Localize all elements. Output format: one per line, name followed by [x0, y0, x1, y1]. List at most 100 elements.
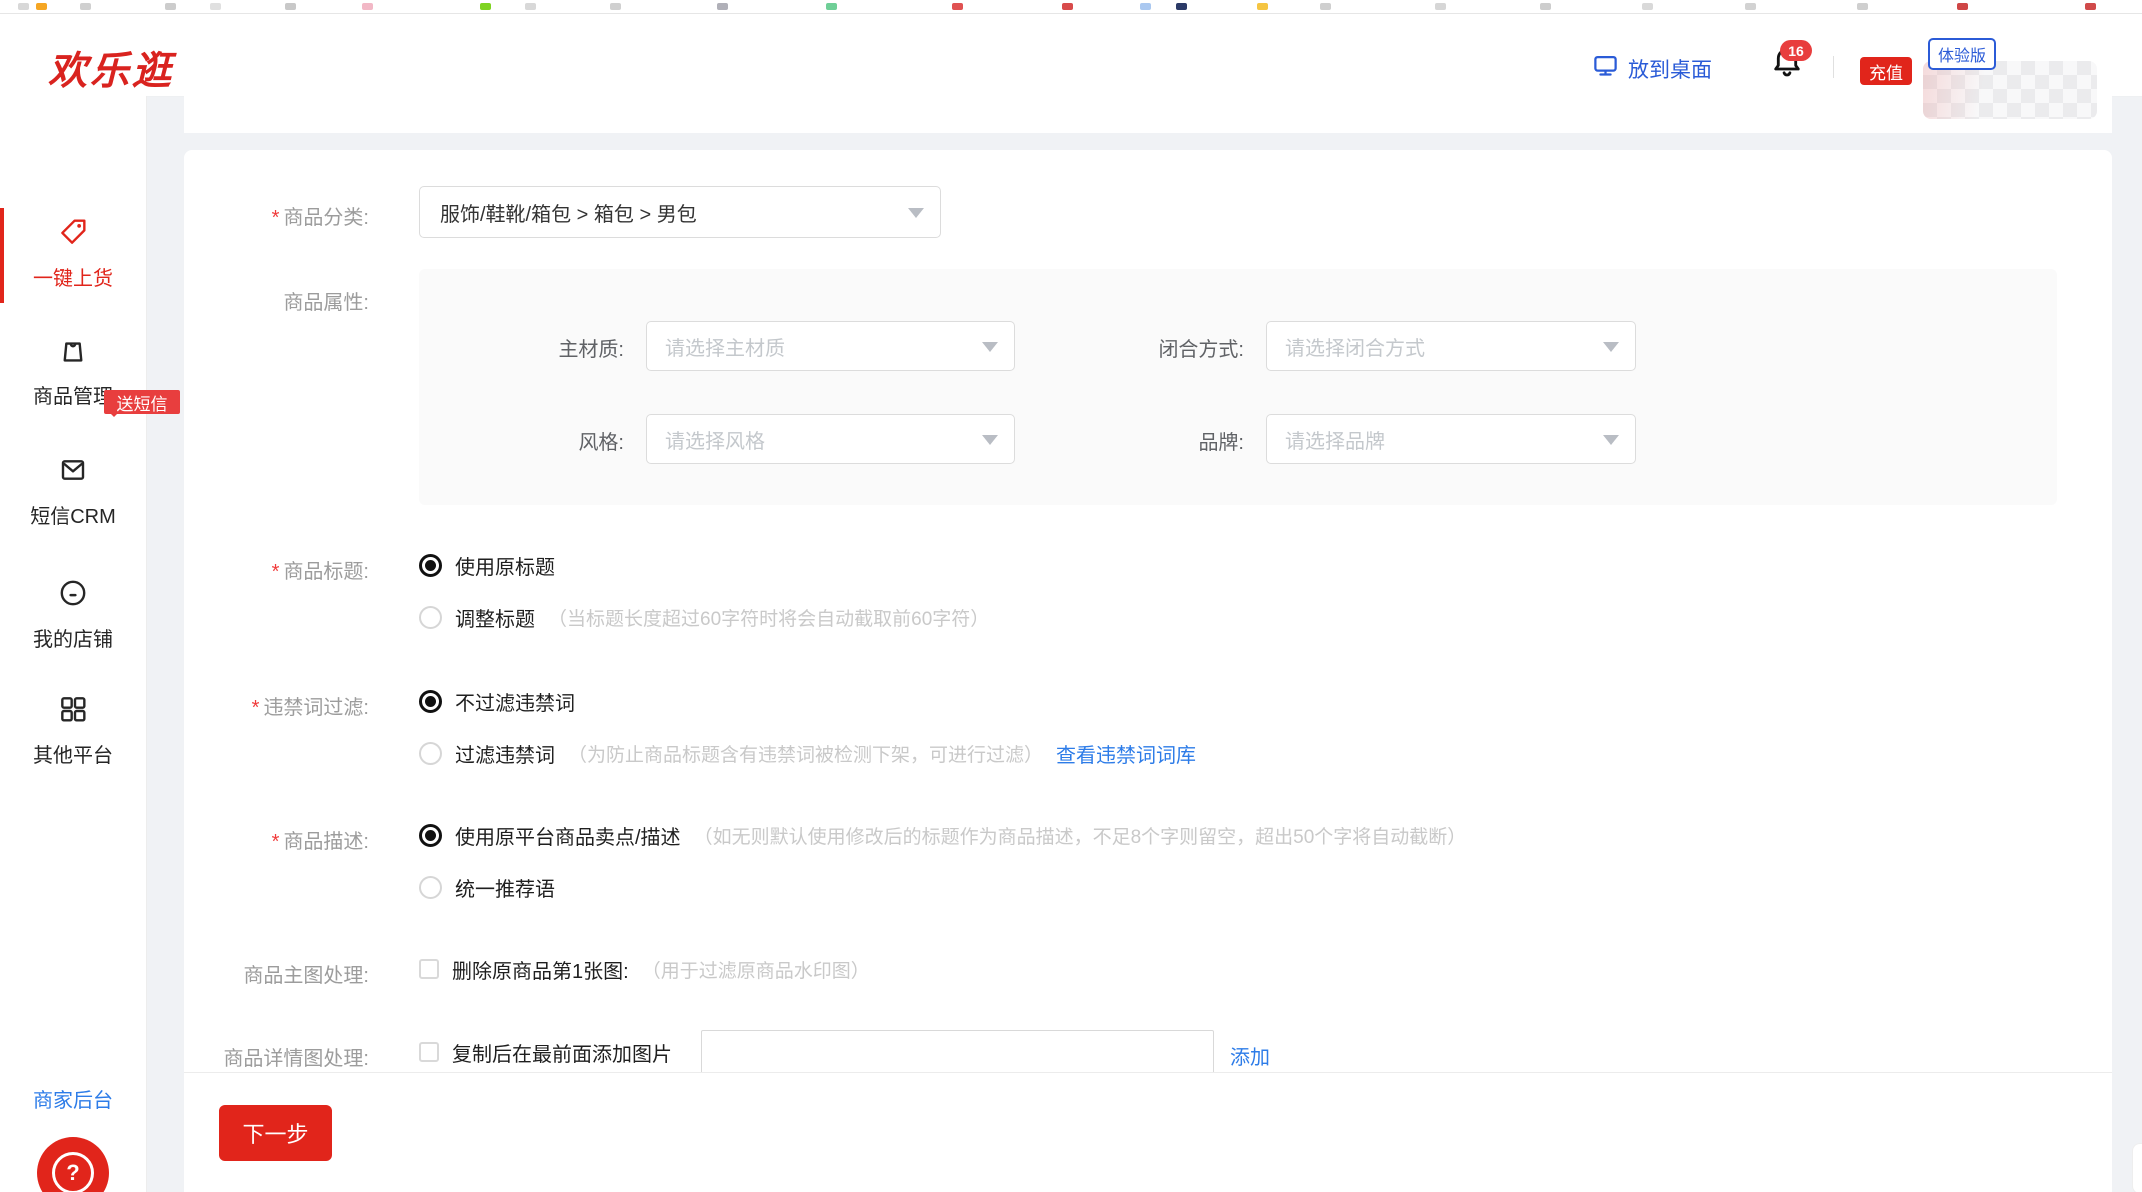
checkbox-label: 复制后在最前面添加图片 [452, 1038, 672, 1067]
favicon-remnant [18, 3, 29, 10]
header-divider [1833, 56, 1834, 78]
attr-label-closure: 闭合方式: [1044, 333, 1244, 362]
closure-select-placeholder: 请选择闭合方式 [1267, 332, 1425, 361]
sidebar-item-sms-crm[interactable]: 短信CRM [0, 454, 146, 529]
checkbox-label: 删除原商品第1张图: [452, 955, 629, 984]
contact-support-button[interactable]: ? [37, 1137, 109, 1192]
detail-image-option[interactable]: 复制后在最前面添加图片 [419, 1039, 672, 1065]
field-label-category: *商品分类: [149, 201, 369, 230]
favicon-remnant [1642, 3, 1653, 10]
field-label-title: *商品标题: [149, 555, 369, 584]
style-select[interactable]: 请选择风格 [646, 414, 1015, 464]
brand-select-placeholder: 请选择品牌 [1267, 425, 1385, 454]
field-label-main-image: 商品主图处理: [149, 959, 369, 988]
radio-label: 调整标题 [455, 603, 535, 632]
view-forbidden-words-link[interactable]: 查看违禁词词库 [1056, 739, 1196, 768]
radio-label: 过滤违禁词 [455, 739, 555, 768]
option-hint: （用于过滤原商品水印图） [642, 956, 870, 983]
put-on-desktop-button[interactable]: 放到桌面 [1592, 52, 1712, 85]
favicon-remnant [1435, 3, 1446, 10]
main-image-option[interactable]: 删除原商品第1张图: （用于过滤原商品水印图） [419, 956, 870, 982]
favicon-remnant [717, 3, 728, 10]
notification-count-badge: 16 [1780, 40, 1812, 61]
favicon-remnant [1257, 3, 1268, 10]
favicon-remnant [826, 3, 837, 10]
favicon-remnant [1062, 3, 1073, 10]
radio-selected[interactable] [419, 824, 442, 847]
radio-selected[interactable] [419, 690, 442, 713]
checkbox-unchecked[interactable] [419, 959, 439, 979]
sms-promo-badge: 送短信 [104, 390, 180, 414]
attr-label-brand: 品牌: [1044, 426, 1244, 455]
radio-unselected[interactable] [419, 876, 442, 899]
option-hint: （如无则默认使用修改后的标题作为商品描述，不足8个字则留空，超出50个字将自动截… [694, 822, 1467, 849]
category-select[interactable]: 服饰/鞋靴/箱包 > 箱包 > 男包 [419, 186, 941, 238]
option-hint: （为防止商品标题含有违禁词被检测下架，可进行过滤） [568, 740, 1043, 767]
next-step-button[interactable]: 下一步 [219, 1105, 332, 1161]
favicon-remnant [285, 3, 296, 10]
forbidden-option-filter[interactable]: 过滤违禁词 （为防止商品标题含有违禁词被检测下架，可进行过滤） 查看违禁词词库 [419, 740, 1196, 766]
put-on-desktop-label: 放到桌面 [1628, 54, 1712, 84]
radio-selected[interactable] [419, 554, 442, 577]
monitor-icon [1592, 52, 1619, 85]
browser-bookmarks-strip [0, 0, 2142, 14]
question-mark-icon: ? [52, 1152, 94, 1192]
trial-version-badge: 体验版 [1928, 38, 1996, 70]
closure-select[interactable]: 请选择闭合方式 [1266, 321, 1636, 371]
material-select-placeholder: 请选择主材质 [647, 332, 785, 361]
sidebar-item-label: 短信CRM [30, 500, 116, 529]
app-root: 欢乐逛 放到桌面 16 充值 体验版 [0, 0, 2142, 1192]
title-option-adjust[interactable]: 调整标题 （当标题长度超过60字符时将会自动截取前60字符） [419, 604, 989, 630]
recharge-button[interactable]: 充值 [1860, 57, 1912, 85]
chevron-down-icon [1603, 435, 1619, 445]
radio-unselected[interactable] [419, 742, 442, 765]
attr-label-material: 主材质: [424, 333, 624, 362]
category-select-value: 服饰/鞋靴/箱包 > 箱包 > 男包 [420, 198, 697, 227]
brand-select[interactable]: 请选择品牌 [1266, 414, 1636, 464]
material-select[interactable]: 请选择主材质 [646, 321, 1015, 371]
checkbox-unchecked[interactable] [419, 1042, 439, 1062]
favicon-remnant [1957, 3, 1968, 10]
description-option-original[interactable]: 使用原平台商品卖点/描述 （如无则默认使用修改后的标题作为商品描述，不足8个字则… [419, 822, 1466, 848]
favicon-remnant [1176, 3, 1187, 10]
sidebar: 一键上货 商品管理 短信CRM [0, 96, 147, 1192]
radio-label: 使用原标题 [455, 551, 555, 580]
radio-unselected[interactable] [419, 606, 442, 629]
chevron-down-icon [982, 342, 998, 352]
sidebar-item-label: 其他平台 [33, 739, 113, 768]
envelope-icon [57, 454, 89, 486]
favicon-remnant [210, 3, 221, 10]
radio-label: 不过滤违禁词 [455, 687, 575, 716]
add-image-link[interactable]: 添加 [1230, 1041, 1270, 1070]
grid-icon [57, 693, 89, 725]
field-label-forbidden-words: *违禁词过滤: [149, 691, 369, 720]
chevron-down-icon [908, 208, 924, 218]
required-asterisk: * [272, 561, 280, 583]
field-label-attributes: 商品属性: [149, 286, 369, 315]
favicon-remnant [1745, 3, 1756, 10]
sidebar-item-one-click-upload[interactable]: 一键上货 [0, 216, 146, 291]
favicon-remnant [525, 3, 536, 10]
radio-label: 统一推荐语 [455, 873, 555, 902]
favicon-remnant [165, 3, 176, 10]
description-option-unified[interactable]: 统一推荐语 [419, 874, 555, 900]
floating-widget-sliver[interactable] [2132, 1143, 2142, 1192]
attr-label-style: 风格: [424, 426, 624, 455]
required-asterisk: * [252, 697, 260, 719]
chevron-down-icon [1603, 342, 1619, 352]
favicon-remnant [1540, 3, 1551, 10]
sidebar-item-other-platforms[interactable]: 其他平台 [0, 693, 146, 768]
field-label-detail-image: 商品详情图处理: [149, 1042, 369, 1071]
app-logo: 欢乐逛 [48, 40, 174, 96]
attributes-panel [419, 269, 2057, 505]
sidebar-item-my-shop[interactable]: 我的店铺 [0, 577, 146, 652]
title-option-original[interactable]: 使用原标题 [419, 552, 555, 578]
required-asterisk: * [272, 207, 280, 229]
previous-card-remnant [184, 96, 2112, 133]
favicon-remnant [36, 3, 47, 10]
merchant-backend-link[interactable]: 商家后台 [0, 1084, 146, 1113]
field-label-description: *商品描述: [149, 825, 369, 854]
favicon-remnant [952, 3, 963, 10]
favicon-remnant [1320, 3, 1331, 10]
forbidden-option-no-filter[interactable]: 不过滤违禁词 [419, 688, 575, 714]
